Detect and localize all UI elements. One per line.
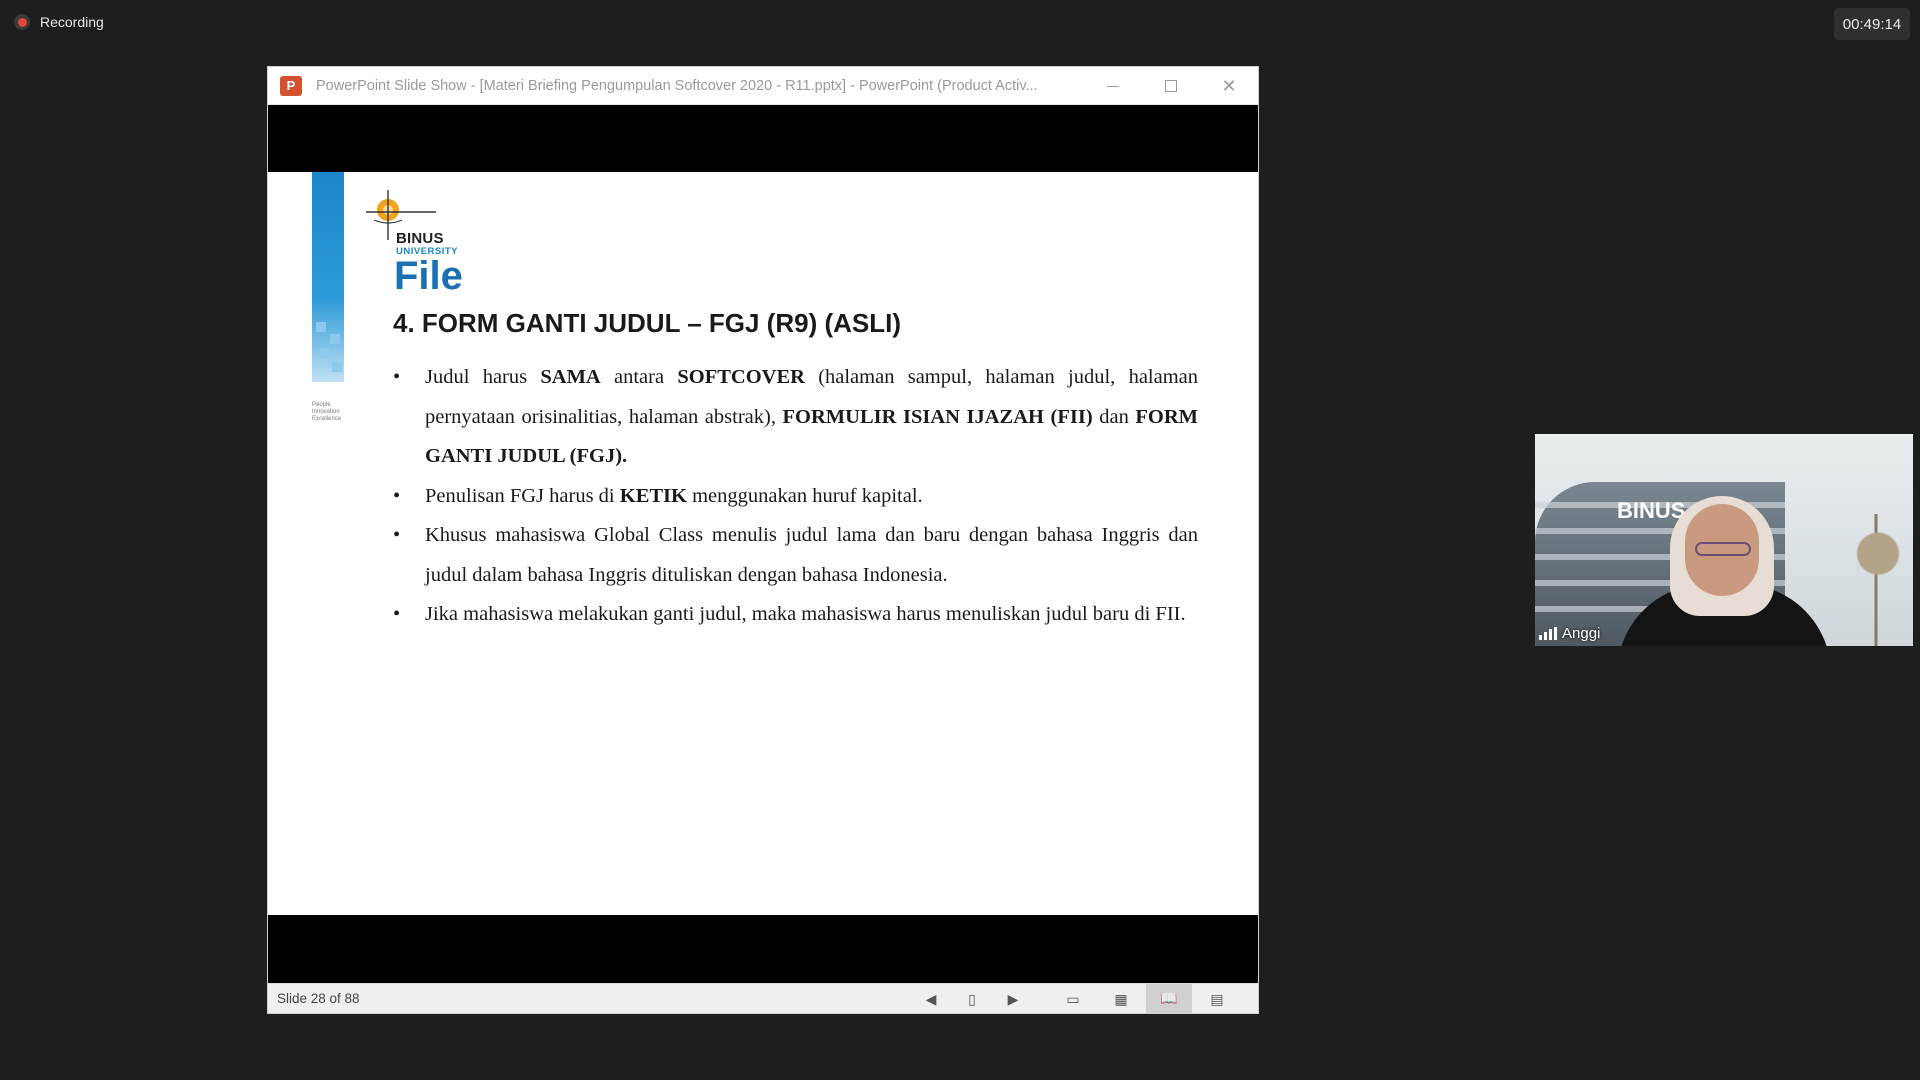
building-sign: BINUS bbox=[1617, 498, 1686, 523]
participant-name: Anggi bbox=[1562, 625, 1601, 642]
minimize-icon bbox=[1107, 85, 1119, 87]
recording-label: Recording bbox=[40, 14, 104, 30]
slide-menu-icon[interactable]: ▯ bbox=[961, 989, 983, 1009]
slide-side-bar bbox=[312, 172, 344, 382]
logo-binus-text: BINUS bbox=[396, 230, 444, 247]
minimize-button[interactable] bbox=[1084, 67, 1142, 105]
slideshow-statusbar: Slide 28 of 88 ◀ ▯ ▶ ▭ ▦ 📖 ▤ bbox=[268, 983, 1258, 1013]
slide-sorter-icon[interactable]: ▦ bbox=[1110, 989, 1132, 1009]
slideshow-view-icon[interactable]: ▤ bbox=[1206, 989, 1228, 1009]
bullet-text: Khusus mahasiswa Global Class menulis ju… bbox=[425, 524, 1198, 586]
side-note: People Innovation Excellence bbox=[312, 402, 342, 422]
previous-slide-icon[interactable]: ◀ bbox=[920, 989, 942, 1009]
participant-name-tag: Anggi bbox=[1539, 625, 1600, 642]
next-slide-icon[interactable]: ▶ bbox=[1002, 989, 1024, 1009]
close-button[interactable]: ✕ bbox=[1200, 67, 1258, 105]
participant-video[interactable]: BINUS Anggi bbox=[1535, 434, 1913, 646]
close-icon: ✕ bbox=[1221, 75, 1237, 96]
powerpoint-icon: P bbox=[280, 75, 302, 96]
slide-title: 4. FORM GANTI JUDUL – FGJ (R9) (ASLI) bbox=[393, 308, 901, 338]
bullet-bold-text: KETIK bbox=[619, 484, 687, 507]
letterbox-bottom bbox=[268, 915, 1258, 983]
recording-indicator: Recording bbox=[14, 14, 104, 30]
bullet-item: Khusus mahasiswa Global Class menulis ju… bbox=[393, 516, 1198, 595]
maximize-button[interactable] bbox=[1142, 67, 1200, 105]
bullet-bold-text: FORMULIR ISIAN IJAZAH (FII) bbox=[782, 405, 1093, 428]
bullet-item: Judul harus SAMA antara SOFTCOVER (halam… bbox=[393, 358, 1198, 477]
glasses-icon bbox=[1695, 542, 1751, 556]
bullet-list: Judul harus SAMA antara SOFTCOVER (halam… bbox=[393, 358, 1198, 635]
signal-strength-icon bbox=[1539, 627, 1557, 640]
letterbox-top bbox=[268, 105, 1258, 172]
window-title: PowerPoint Slide Show - [Materi Briefing… bbox=[316, 77, 1038, 94]
maximize-icon bbox=[1165, 80, 1177, 92]
bullet-text: antara bbox=[600, 366, 678, 388]
powerpoint-window: P PowerPoint Slide Show - [Materi Briefi… bbox=[267, 66, 1259, 1014]
recording-icon bbox=[14, 14, 30, 30]
file-label: File bbox=[394, 254, 463, 298]
bullet-text: menggunakan huruf kapital. bbox=[686, 484, 923, 507]
meeting-timer: 00:49:14 bbox=[1834, 8, 1910, 40]
reading-view-icon[interactable]: 📖 bbox=[1146, 984, 1192, 1013]
bullet-bold-text: SAMA bbox=[540, 366, 601, 388]
bullet-item: Penulisan FGJ harus di KETIK menggunakan… bbox=[393, 477, 1198, 517]
slide-counter: Slide 28 of 88 bbox=[277, 991, 360, 1006]
bullet-text: Judul harus bbox=[425, 366, 541, 388]
bullet-item: Jika mahasiswa melakukan ganti judul, ma… bbox=[393, 595, 1198, 635]
bullet-text: dan bbox=[1092, 405, 1136, 428]
window-titlebar[interactable]: P PowerPoint Slide Show - [Materi Briefi… bbox=[268, 67, 1258, 105]
bullet-bold-text: SOFTCOVER bbox=[677, 366, 805, 388]
bullet-text: Penulisan FGJ harus di bbox=[425, 484, 620, 507]
bullet-text: Jika mahasiswa melakukan ganti judul, ma… bbox=[425, 603, 1186, 625]
normal-view-icon[interactable]: ▭ bbox=[1062, 989, 1084, 1009]
slide-canvas[interactable]: People Innovation Excellence BINUS UNIVE… bbox=[268, 172, 1258, 915]
tree-background bbox=[1843, 514, 1913, 646]
